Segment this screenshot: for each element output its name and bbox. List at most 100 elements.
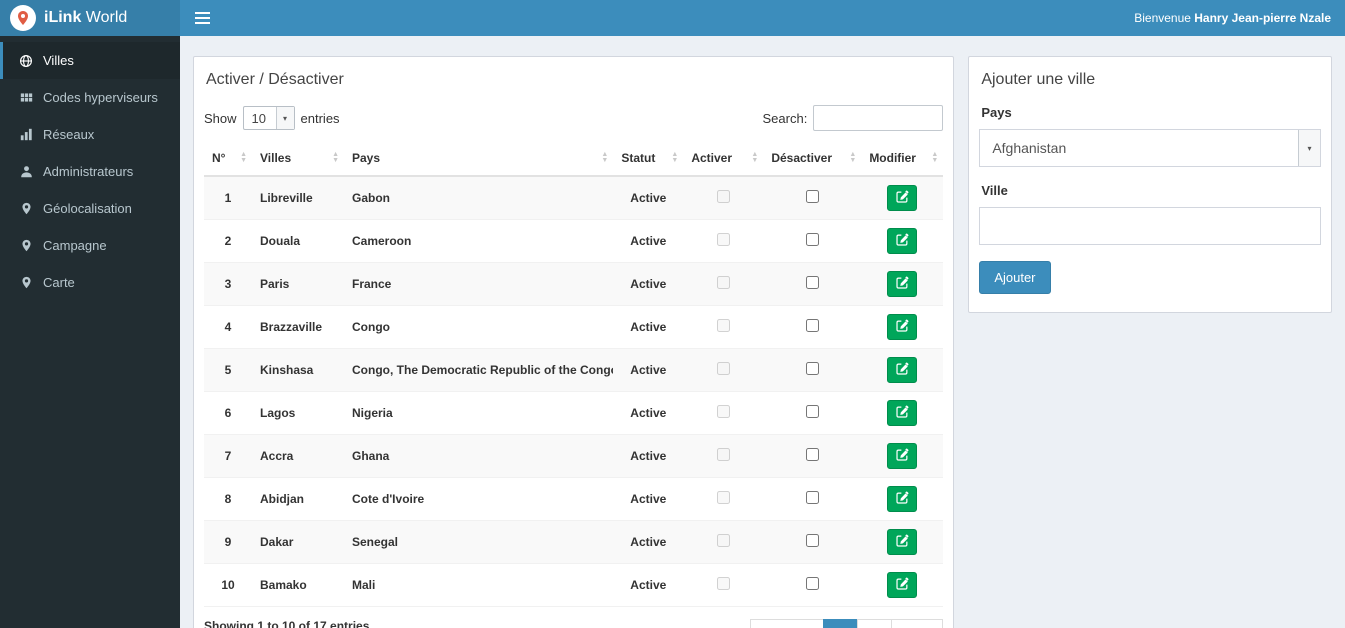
pagination-next-button[interactable]: Next (890, 619, 944, 628)
sidebar-item-reseaux[interactable]: Réseaux (0, 116, 180, 153)
desactiver-checkbox[interactable] (805, 577, 819, 590)
cell-pays: Nigeria (344, 391, 614, 435)
column-header-modifier[interactable]: Modifier ▲ ▼ (861, 141, 944, 177)
activer-checkbox[interactable] (716, 448, 730, 461)
pays-label: Pays (981, 105, 1012, 120)
sort-icon: ▲ ▼ (601, 151, 609, 164)
activer-checkbox[interactable] (716, 534, 730, 547)
grid-icon (18, 91, 34, 104)
activer-checkbox[interactable] (716, 276, 730, 289)
ville-input[interactable] (979, 207, 1321, 245)
search-input[interactable] (813, 105, 944, 131)
cell-statut: Active (613, 348, 684, 392)
edit-button[interactable] (887, 271, 918, 297)
edit-button[interactable] (887, 486, 918, 512)
cell-ville: Paris (252, 262, 344, 306)
desactiver-checkbox[interactable] (805, 276, 819, 289)
desactiver-checkbox[interactable] (805, 233, 819, 246)
edit-pencil-icon (896, 534, 909, 550)
column-header-desactiver[interactable]: Désactiver ▲ ▼ (763, 141, 862, 177)
column-header-num[interactable]: N° ▲ ▼ (204, 141, 252, 177)
edit-button[interactable] (887, 185, 918, 211)
cell-ville: Libreville (252, 176, 344, 220)
cell-pays: Mali (344, 563, 614, 607)
column-header-statut[interactable]: Statut ▲ ▼ (613, 141, 684, 177)
edit-button[interactable] (887, 357, 918, 383)
sort-icon: ▲ ▼ (240, 151, 247, 164)
edit-button[interactable] (887, 228, 918, 254)
chevron-down-icon: ▾ (275, 107, 294, 129)
edit-button[interactable] (887, 443, 918, 469)
sort-icon: ▲ ▼ (931, 151, 939, 164)
search-control: Search: (763, 105, 944, 131)
pagination-page-1-button[interactable]: 1 (823, 619, 858, 628)
add-ville-panel: Ajouter une ville Pays Afghanistan ▾ Vil… (968, 56, 1332, 313)
sidebar-toggle-button[interactable] (180, 0, 225, 36)
hamburger-icon (195, 12, 210, 14)
desactiver-checkbox[interactable] (805, 362, 819, 375)
entries-label: entries (300, 110, 340, 126)
pagination-previous-button[interactable]: Previous (749, 619, 825, 628)
desactiver-checkbox[interactable] (805, 190, 819, 203)
edit-pencil-icon (896, 448, 909, 464)
sidebar-item-carte[interactable]: Carte (0, 264, 180, 301)
table-row: 2 Douala Cameroon Active (204, 219, 944, 263)
activer-checkbox[interactable] (716, 491, 730, 504)
desactiver-checkbox[interactable] (805, 405, 819, 418)
map-marker-icon (18, 276, 34, 289)
activer-checkbox[interactable] (716, 405, 730, 418)
sort-icon: ▲ ▼ (751, 151, 759, 164)
chevron-down-icon: ▾ (1298, 130, 1320, 166)
desactiver-checkbox[interactable] (805, 319, 819, 332)
brand-title: iLink World (44, 9, 128, 26)
pagination: Previous 1 2 Next (749, 619, 944, 628)
column-header-pays[interactable]: Pays ▲ ▼ (344, 141, 614, 177)
cell-pays: Congo (344, 305, 614, 349)
column-header-activer[interactable]: Activer ▲ ▼ (683, 141, 764, 177)
cell-statut: Active (613, 305, 684, 349)
pagination-page-2-button[interactable]: 2 (856, 619, 892, 628)
table-row: 8 Abidjan Cote d'Ivoire Active (204, 477, 944, 521)
desactiver-checkbox[interactable] (805, 534, 819, 547)
brand-logo[interactable]: iLink World (0, 0, 180, 36)
cell-num: 1 (204, 176, 252, 220)
activer-checkbox[interactable] (716, 362, 730, 375)
cell-num: 6 (204, 391, 252, 435)
desactiver-checkbox[interactable] (805, 448, 819, 461)
column-header-villes[interactable]: Villes ▲ ▼ (252, 141, 344, 177)
activer-checkbox[interactable] (716, 190, 730, 203)
table-row: 6 Lagos Nigeria Active (204, 391, 944, 435)
sidebar-item-codes-hyperviseurs[interactable]: Codes hyperviseurs (0, 79, 180, 116)
activer-checkbox[interactable] (716, 233, 730, 246)
edit-pencil-icon (896, 362, 909, 378)
edit-button[interactable] (887, 314, 918, 340)
edit-button[interactable] (887, 529, 918, 555)
edit-button[interactable] (887, 400, 918, 426)
activer-checkbox[interactable] (716, 319, 730, 332)
sort-icon: ▲ ▼ (332, 151, 339, 164)
cell-pays: France (344, 262, 614, 306)
cell-statut: Active (613, 434, 684, 478)
cell-pays: Congo, The Democratic Republic of the Co… (344, 348, 614, 392)
cell-ville: Brazzaville (252, 305, 344, 349)
cell-statut: Active (613, 520, 684, 564)
table-row: 7 Accra Ghana Active (204, 434, 944, 478)
entries-select[interactable]: 10 ▾ (242, 106, 295, 130)
sidebar-item-villes[interactable]: Villes (0, 42, 180, 79)
ajouter-button[interactable]: Ajouter (979, 261, 1051, 294)
table-panel-title: Activer / Désactiver (206, 71, 344, 88)
globe-icon (18, 54, 34, 68)
cell-num: 8 (204, 477, 252, 521)
sort-icon: ▲ ▼ (671, 151, 679, 164)
sidebar-item-administrateurs[interactable]: Administrateurs (0, 153, 180, 190)
sidebar-item-geolocalisation[interactable]: Géolocalisation (0, 190, 180, 227)
edit-button[interactable] (887, 572, 918, 598)
map-marker-icon (18, 202, 34, 215)
activer-checkbox[interactable] (716, 577, 730, 590)
cell-statut: Active (613, 176, 684, 220)
cell-num: 4 (204, 305, 252, 349)
sidebar-item-campagne[interactable]: Campagne (0, 227, 180, 264)
pays-select[interactable]: Afghanistan ▾ (979, 129, 1321, 167)
table-row: 9 Dakar Senegal Active (204, 520, 944, 564)
desactiver-checkbox[interactable] (805, 491, 819, 504)
